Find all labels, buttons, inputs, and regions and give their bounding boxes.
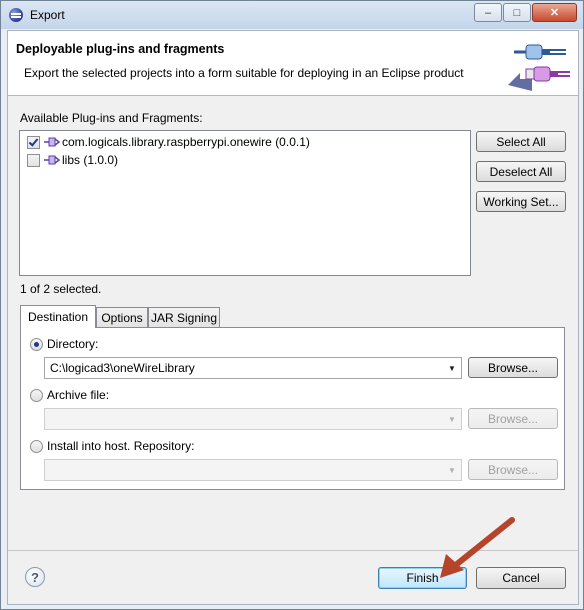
- plugin-checkbox-libs[interactable]: [27, 153, 40, 167]
- directory-option[interactable]: Directory:: [30, 337, 98, 351]
- directory-value: C:\logicad3\oneWireLibrary: [50, 361, 195, 375]
- plugin-icon: [44, 137, 60, 147]
- plugin-checkbox-onewire[interactable]: [27, 135, 40, 149]
- close-button[interactable]: ✕: [532, 3, 577, 22]
- cancel-button[interactable]: Cancel: [476, 567, 566, 589]
- deselect-all-button[interactable]: Deselect All: [476, 161, 566, 182]
- list-item[interactable]: libs (1.0.0): [27, 151, 118, 169]
- install-browse-button[interactable]: Browse...: [468, 459, 558, 480]
- tab-destination[interactable]: Destination: [20, 305, 96, 328]
- install-option[interactable]: Install into host. Repository:: [30, 439, 194, 453]
- chevron-down-icon[interactable]: ▼: [443, 358, 461, 378]
- install-radio[interactable]: [30, 439, 43, 453]
- plugin-icon: [44, 155, 60, 165]
- plugin-list[interactable]: com.logicals.library.raspberrypi.onewire…: [19, 130, 471, 276]
- minimize-button[interactable]: –: [474, 3, 502, 22]
- tab-jar-signing[interactable]: JAR Signing: [148, 307, 220, 327]
- dialog-body: Deployable plug-ins and fragments Export…: [7, 30, 579, 605]
- minimize-icon: –: [484, 6, 492, 19]
- export-dialog: Export – □ ✕ Deployable plug-ins and fra…: [0, 0, 584, 610]
- wizard-title: Deployable plug-ins and fragments: [16, 42, 225, 56]
- plugin-export-wizard-icon: [508, 44, 570, 91]
- archive-option[interactable]: Archive file:: [30, 388, 109, 402]
- directory-combo[interactable]: C:\logicad3\oneWireLibrary ▼: [44, 357, 462, 379]
- working-set-button[interactable]: Working Set...: [476, 191, 566, 212]
- plugin-label: com.logicals.library.raspberrypi.onewire…: [62, 135, 310, 149]
- destination-panel: Directory: C:\logicad3\oneWireLibrary ▼ …: [20, 327, 565, 490]
- install-label: Install into host. Repository:: [47, 439, 195, 453]
- chevron-down-icon[interactable]: ▼: [443, 460, 461, 480]
- footer-separator: [8, 550, 578, 551]
- directory-label: Directory:: [47, 337, 99, 351]
- chevron-down-icon[interactable]: ▼: [443, 409, 461, 429]
- list-item[interactable]: com.logicals.library.raspberrypi.onewire…: [27, 133, 310, 151]
- install-combo[interactable]: ▼: [44, 459, 462, 481]
- maximize-icon: □: [513, 6, 521, 19]
- wizard-header: Deployable plug-ins and fragments Export…: [8, 31, 578, 96]
- maximize-button[interactable]: □: [503, 3, 531, 22]
- help-icon[interactable]: ?: [25, 567, 45, 587]
- plugin-label: libs (1.0.0): [62, 153, 119, 167]
- directory-radio[interactable]: [30, 337, 43, 351]
- eclipse-icon: [9, 8, 23, 22]
- close-icon: ✕: [549, 7, 560, 19]
- title-bar[interactable]: Export – □ ✕: [1, 1, 583, 29]
- archive-radio[interactable]: [30, 388, 43, 402]
- archive-combo[interactable]: ▼: [44, 408, 462, 430]
- directory-browse-button[interactable]: Browse...: [468, 357, 558, 378]
- window-title: Export: [30, 8, 65, 22]
- archive-label: Archive file:: [47, 388, 110, 402]
- available-plugins-label: Available Plug-ins and Fragments:: [20, 111, 203, 125]
- selection-status: 1 of 2 selected.: [20, 282, 102, 296]
- select-all-button[interactable]: Select All: [476, 131, 566, 152]
- wizard-description: Export the selected projects into a form…: [24, 66, 464, 80]
- archive-browse-button[interactable]: Browse...: [468, 408, 558, 429]
- finish-button[interactable]: Finish: [378, 567, 467, 589]
- tab-options[interactable]: Options: [96, 307, 148, 327]
